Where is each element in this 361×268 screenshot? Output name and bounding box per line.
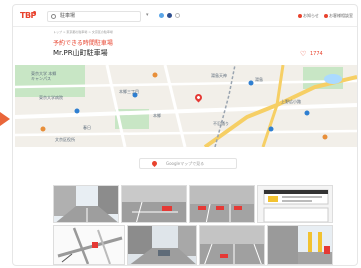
header-link-support[interactable]: お客様相談室 [324,13,353,19]
map-pin-dot [196,95,201,100]
info-icon [298,13,302,18]
page-subtitle: 予約できる時間駐車場 [53,40,113,47]
google-map-button-label: Googleマップで見る [166,161,205,166]
chevron-down-icon[interactable]: ▾ [146,13,151,18]
search-input[interactable]: 駐車場 [47,11,141,22]
line-icon[interactable] [175,13,180,18]
heart-icon: ♡ [300,50,307,58]
map-pond [324,74,342,84]
parking-sign-photo[interactable] [257,185,333,223]
map-label: 東京大学病院 [39,95,63,100]
breadcrumb[interactable]: トップ > 東京都の駐車場 > 文京区の駐車場 [53,30,113,34]
map-label: 上野広小路 [281,99,301,104]
map-station-marker [74,108,80,114]
map-label: 本郷 [153,113,161,118]
map-label: 湯島天神 [211,73,227,78]
map-label: 湯島 [255,77,263,82]
map-station-marker [304,110,310,116]
parking-photo[interactable] [127,225,197,265]
site-header: TBP 駐車場 ▾ お知らせ お客様相談室 [13,5,357,27]
map-canvas [15,65,357,147]
favorite-count: 1774 [310,51,323,57]
header-link-news[interactable]: お知らせ [298,13,319,19]
parking-photo[interactable] [121,185,187,223]
map-station-marker [268,126,274,132]
parking-photo[interactable] [53,185,119,223]
facebook-icon[interactable] [167,13,172,18]
favorite-button[interactable]: ♡ 1774 [300,50,330,58]
map-poi-marker [40,126,46,132]
search-value: 駐車場 [60,13,76,19]
parking-photo[interactable] [199,225,265,265]
twitter-icon[interactable] [159,13,164,18]
support-icon [324,13,328,18]
map-label: 不忍通り [213,121,229,126]
browser-page: TBP 駐車場 ▾ お知らせ お客様相談室 トップ > 東京都の駐車場 > 文京… [12,4,358,266]
map-station-marker [248,80,254,86]
google-map-button[interactable]: Googleマップで見る [139,158,237,169]
header-link-news-label: お知らせ [303,13,319,18]
pointer-arrow [0,112,10,126]
page-title: Mr.PR山町駐車場 [53,49,108,57]
map-poi-marker [322,134,328,140]
map-view[interactable]: 東京大学 本郷 キャンパス 本郷三丁目 東京大学病院 湯島天神 春日 本郷 上野… [15,65,357,147]
parking-photo[interactable] [189,185,255,223]
map-label: 本郷三丁目 [119,89,139,94]
map-label: 文京区役所 [55,137,75,142]
map-park-university [15,65,85,97]
search-icon [51,14,56,19]
map-poi-marker [152,72,158,78]
parking-entrance-photo[interactable] [267,225,333,265]
map-label: 春日 [83,125,91,130]
access-map-diagram[interactable] [53,225,125,265]
map-marker-icon [150,159,159,168]
site-logo[interactable]: TBP [20,10,36,21]
logo-dot-icon [33,11,36,14]
map-label: キャンパス [31,76,51,81]
header-link-support-label: お客様相談室 [329,13,353,18]
